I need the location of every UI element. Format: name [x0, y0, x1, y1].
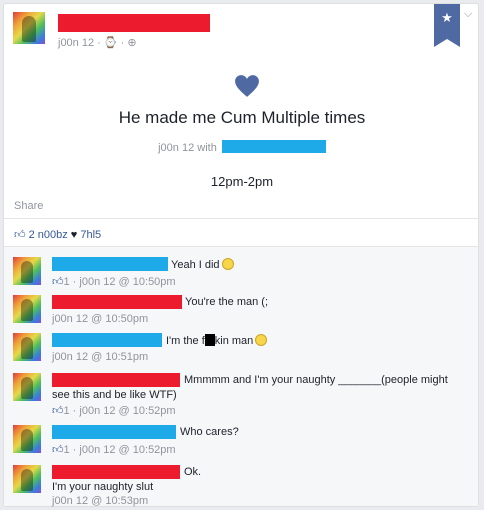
comment-text: You're the man (;	[185, 296, 269, 308]
comment-meta: 👍︎1 · j00n 12 @ 10:52pm	[52, 444, 176, 456]
bookmark-ribbon[interactable]: ★	[434, 4, 460, 47]
thumbs-up-icon: 👍︎	[14, 229, 26, 241]
commenter-avatar[interactable]	[13, 373, 41, 401]
share-link[interactable]: Share	[14, 200, 43, 212]
reactions-summary[interactable]: 👍︎ 2 n00bz ♥ 7hl5	[14, 228, 101, 241]
censor-block	[204, 334, 215, 346]
comment-meta: 👍︎1 · j00n 12 @ 10:50pm	[52, 276, 176, 288]
comment-text: Yeah I did	[171, 258, 234, 271]
clock-icon: ⌚	[103, 37, 118, 49]
commenter-avatar[interactable]	[13, 425, 41, 453]
life-event-time: 12pm-2pm	[210, 174, 274, 189]
post-meta: j00n 12 · ⌚ · ⊕	[58, 37, 137, 49]
poster-avatar[interactable]	[13, 12, 45, 44]
chevron-down-icon[interactable]: ⌵	[464, 8, 472, 21]
heart-icon	[235, 75, 259, 97]
comments-section: Yeah I did 👍︎1 · j00n 12 @ 10:50pm You'r…	[4, 247, 478, 507]
commenter-avatar[interactable]	[13, 295, 41, 323]
life-event-title: He made me Cum Multiple times	[118, 108, 366, 127]
thumbs-up-icon[interactable]: 👍︎	[52, 405, 64, 417]
life-event-with: j00n 12 with	[4, 140, 480, 154]
comment-text-continued: I'm your naughty slut	[52, 481, 154, 493]
comment-meta: 👍︎1 · j00n 12 @ 10:52pm	[52, 405, 176, 417]
redacted-commenter-name	[52, 373, 180, 387]
redacted-commenter-name	[52, 465, 180, 479]
divider	[4, 218, 480, 219]
comment-meta: j00n 12 @ 10:53pm	[52, 495, 149, 507]
smile-emoji-icon	[221, 258, 234, 270]
comment-text: Who cares?	[180, 426, 239, 438]
comment-meta: j00n 12 @ 10:50pm	[52, 313, 149, 325]
redacted-poster-name	[58, 14, 210, 32]
redacted-commenter-name	[52, 333, 162, 347]
redacted-commenter-name	[52, 295, 182, 309]
comment-text: Mmmmm and I'm your naughty _______(peopl…	[184, 374, 448, 386]
commenter-avatar[interactable]	[13, 465, 41, 493]
redacted-commenter-name	[52, 425, 176, 439]
comment-meta: j00n 12 @ 10:51pm	[52, 351, 149, 363]
commenter-avatar[interactable]	[13, 333, 41, 361]
thumbs-up-icon[interactable]: 👍︎	[52, 444, 64, 456]
globe-icon: ⊕	[127, 37, 137, 49]
smile-emoji-icon	[255, 334, 268, 346]
redacted-tagged-name	[221, 140, 326, 153]
redacted-commenter-name	[52, 257, 168, 271]
comment-text: I'm the f kin man	[166, 334, 268, 347]
comment-text-continued: see this and be like WTF)	[52, 389, 177, 401]
star-icon: ★	[441, 10, 453, 25]
comment-text: Ok.	[184, 466, 202, 478]
facebook-post-card: j00n 12 · ⌚ · ⊕ ★ ⌵ He made me Cum Multi…	[3, 3, 480, 507]
heart-small-icon: ♥	[70, 229, 78, 241]
commenter-avatar[interactable]	[13, 257, 41, 285]
thumbs-up-icon[interactable]: 👍︎	[52, 276, 64, 288]
